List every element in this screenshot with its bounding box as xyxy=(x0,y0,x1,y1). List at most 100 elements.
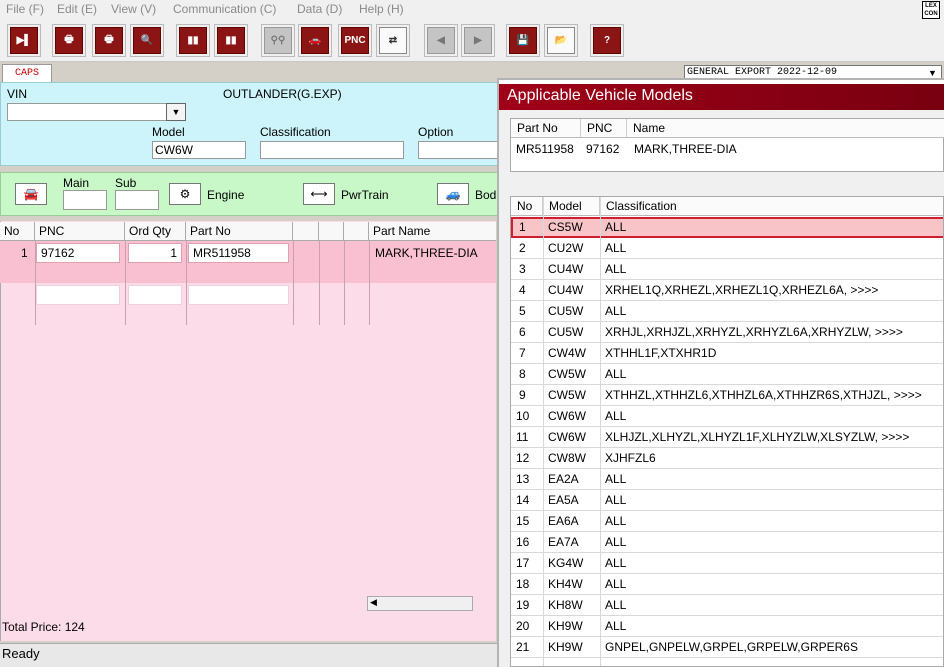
model-table: No Model Classification 1 CS5W ALL 2 CU2W ALL… xyxy=(510,196,944,667)
scroll-left-icon[interactable]: ◀ xyxy=(370,597,377,608)
car-group-icon[interactable]: 🚘 xyxy=(15,183,47,205)
pnc-button[interactable]: PNC xyxy=(338,24,372,57)
row-model: EA7A xyxy=(548,535,579,549)
row-classification: XJHFZL6 xyxy=(605,451,656,465)
engine-icon[interactable]: ⚙ xyxy=(169,183,201,205)
col-part-name[interactable]: Part Name xyxy=(369,222,496,241)
empty-pnc-cell[interactable] xyxy=(36,285,120,305)
search-print-button[interactable]: 🔍 xyxy=(130,24,164,57)
option-field[interactable] xyxy=(418,141,498,159)
col-pnc[interactable]: PNC xyxy=(581,119,627,138)
col-ord-qty[interactable]: Ord Qty xyxy=(125,222,186,241)
table-row[interactable]: 1 97162 1 MR511958 MARK,THREE-DIA xyxy=(0,241,496,305)
dialog-title[interactable]: Applicable Vehicle Models xyxy=(499,84,944,110)
empty-part-no-cell[interactable] xyxy=(188,285,289,305)
binoculars-button[interactable]: ⚲⚲ xyxy=(261,24,295,57)
col-no[interactable]: No xyxy=(0,222,35,241)
chevron-down-icon[interactable]: ▼ xyxy=(166,103,186,121)
prev-button[interactable]: ◀ xyxy=(424,24,458,57)
menu-data[interactable]: Data (D) xyxy=(297,2,342,16)
col-pnc[interactable]: PNC xyxy=(35,222,125,241)
table-row[interactable]: 8 CW5W ALL xyxy=(511,364,943,385)
row-model: CW5W xyxy=(548,388,586,402)
exit-button[interactable]: ▶▌ xyxy=(7,24,41,57)
powertrain-icon[interactable]: ⟷ xyxy=(303,183,335,205)
col-part-no[interactable]: Part No xyxy=(511,119,581,138)
table-row[interactable]: 13 EA2A ALL xyxy=(511,469,943,490)
table-row[interactable]: 20 KH9W ALL xyxy=(511,616,943,637)
table-row[interactable]: 6 CU5W XRHJL,XRHJZL,XRHYZL,XRHYZL6A,XRHYZL… xyxy=(511,322,943,343)
powertrain-label[interactable]: PwrTrain xyxy=(341,188,389,202)
col-model[interactable]: Model xyxy=(543,197,600,216)
row-classification: ALL xyxy=(605,556,627,570)
help-button[interactable]: ? xyxy=(590,24,624,57)
col-no[interactable]: No xyxy=(511,197,543,216)
table-row[interactable]: 12 CW8W XJHFZL6 xyxy=(511,448,943,469)
row-part-no[interactable]: MR511958 xyxy=(188,243,289,263)
table-row[interactable]: 18 KH4W ALL xyxy=(511,574,943,595)
car-button[interactable]: 🚗 xyxy=(298,24,332,57)
table-row[interactable]: 17 KG4W ALL xyxy=(511,553,943,574)
table-row[interactable]: 19 KH8W ALL xyxy=(511,595,943,616)
table-row[interactable]: 4 CU4W XRHEL1Q,XRHEZL,XRHEZL1Q,XRHEZL6A, >… xyxy=(511,280,943,301)
menu-communication[interactable]: Communication (C) xyxy=(173,2,276,16)
menu-file[interactable]: File (F) xyxy=(6,2,44,16)
classification-field[interactable] xyxy=(260,141,404,159)
body-icon[interactable]: 🚙 xyxy=(437,183,469,205)
engine-label[interactable]: Engine xyxy=(207,188,244,202)
row-pnc[interactable]: 97162 xyxy=(36,243,120,263)
row-qty[interactable]: 1 xyxy=(128,243,182,263)
empty-qty-cell[interactable] xyxy=(128,285,182,305)
col-part-no[interactable]: Part No xyxy=(186,222,293,241)
horizontal-scrollbar[interactable]: ◀ xyxy=(367,596,473,611)
menu-help[interactable]: Help (H) xyxy=(359,2,404,16)
table-row[interactable]: 21 KH9W GNPEL,GNPELW,GRPEL,GRPELW,GRPER6S xyxy=(511,637,943,658)
parts-table-area xyxy=(0,221,496,641)
row-classification: ALL xyxy=(605,304,627,318)
lexcon-logo: LEX CON xyxy=(922,1,940,19)
classification-label: Classification xyxy=(260,125,331,139)
save-button[interactable]: 💾 xyxy=(506,24,540,57)
table-row[interactable]: 14 EA5A ALL xyxy=(511,490,943,511)
col-classification[interactable]: Classification xyxy=(600,197,943,216)
main-group-input[interactable] xyxy=(63,190,107,210)
open-folder-button[interactable]: 📂 xyxy=(544,24,578,57)
row-no: 12 xyxy=(516,451,530,465)
row-no: 13 xyxy=(516,472,530,486)
transfer-button[interactable]: ⇄ xyxy=(376,24,410,57)
table-row[interactable]: 15 EA6A ALL xyxy=(511,511,943,532)
table-row[interactable]: 1 CS5W ALL xyxy=(511,217,943,238)
menu-view[interactable]: View (V) xyxy=(111,2,156,16)
col-name[interactable]: Name xyxy=(627,119,944,138)
table-row[interactable]: 5 CU5W ALL xyxy=(511,301,943,322)
row-classification: ALL xyxy=(605,514,627,528)
col-blank-1[interactable] xyxy=(293,222,319,241)
table-row[interactable]: 3 CU4W ALL xyxy=(511,259,943,280)
menu-edit[interactable]: Edit (E) xyxy=(57,2,97,16)
book-list-button[interactable]: ▮▮ xyxy=(214,24,248,57)
row-no: 11 xyxy=(516,430,529,444)
row-part-name: MARK,THREE-DIA xyxy=(375,246,478,260)
model-field[interactable]: CW6W xyxy=(152,141,246,159)
vin-input[interactable] xyxy=(7,103,167,121)
col-blank-2[interactable] xyxy=(319,222,344,241)
table-row[interactable]: 2 CU2W ALL xyxy=(511,238,943,259)
table-row[interactable]: 7 CW4W XTHHL1F,XTXHR1D xyxy=(511,343,943,364)
print-preview-button[interactable]: 🖶 xyxy=(52,24,86,57)
divider xyxy=(344,241,345,325)
sub-group-input[interactable] xyxy=(115,190,159,210)
table-row[interactable]: 10 CW6W ALL xyxy=(511,406,943,427)
table-row[interactable]: 11 CW6W XLHJZL,XLHYZL,XLHYZL1F,XLHYZLW,XLS… xyxy=(511,427,943,448)
print-button[interactable]: 🖶 xyxy=(92,24,126,57)
col-blank-3[interactable] xyxy=(344,222,369,241)
transfer-icon: ⇄ xyxy=(379,27,407,54)
next-button[interactable]: ▶ xyxy=(461,24,495,57)
table-row[interactable]: 16 EA7A ALL xyxy=(511,532,943,553)
row-model: CS5W xyxy=(548,220,583,234)
tab-caps[interactable]: CAPS xyxy=(2,64,52,83)
row-no: 5 xyxy=(519,304,526,318)
table-row[interactable]: 9 CW5W XTHHZL,XTHHZL6,XTHHZL6A,XTHHZR6S,XT… xyxy=(511,385,943,406)
body-label[interactable]: Bod xyxy=(475,188,496,202)
book-button[interactable]: ▮▮ xyxy=(176,24,210,57)
search-print-icon: 🔍 xyxy=(133,27,161,54)
